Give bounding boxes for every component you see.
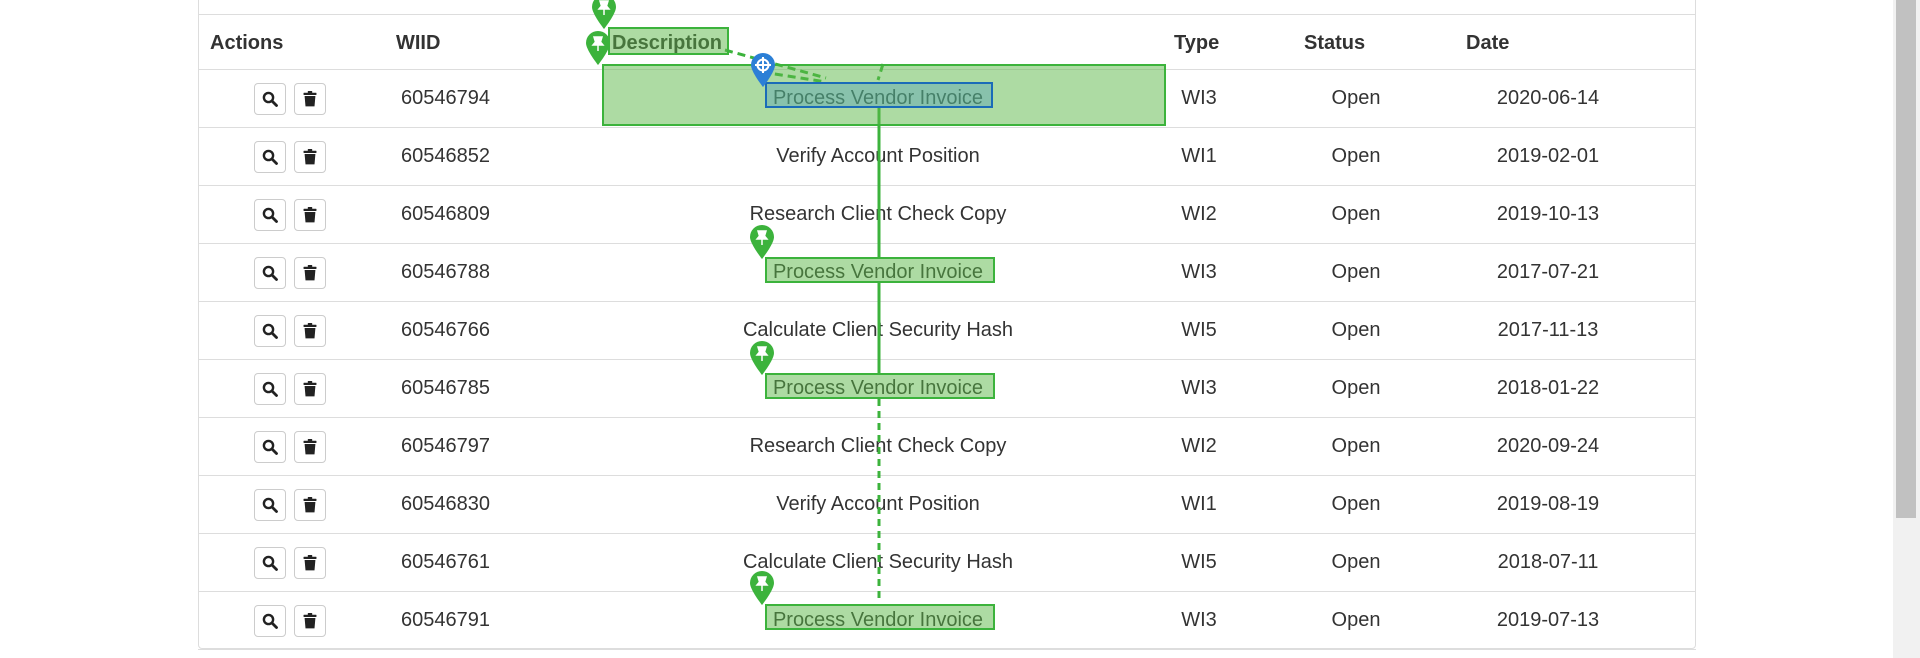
- cell-status: Open: [1331, 319, 1381, 341]
- column-header-actions: Actions: [210, 32, 284, 54]
- cell-date: 2018-07-11: [1497, 551, 1599, 573]
- table-row: 60546761 Calculate Client Security Hash …: [198, 534, 1696, 592]
- cell-status: Open: [1331, 145, 1381, 167]
- cell-wiid: 60546797: [401, 435, 490, 457]
- cell-description: Research Client Check Copy: [749, 203, 1007, 225]
- cell-type: WI1: [1181, 493, 1217, 515]
- cell-wiid: 60546830: [401, 493, 490, 515]
- cell-wiid: 60546809: [401, 203, 490, 225]
- cell-wiid: 60546794: [401, 87, 490, 109]
- cell-status: Open: [1331, 609, 1381, 631]
- cell-status: Open: [1331, 435, 1381, 457]
- cell-date: 2020-09-24: [1496, 435, 1600, 457]
- cell-status: Open: [1331, 87, 1381, 109]
- cell-description: Research Client Check Copy: [749, 435, 1007, 457]
- cell-type: WI3: [1181, 609, 1217, 631]
- selected-description-highlight: [765, 82, 993, 108]
- cell-date: 2019-10-13: [1496, 203, 1600, 225]
- stage: Actions WIID Description Type Status Dat…: [0, 0, 1920, 658]
- cell-status: Open: [1331, 551, 1381, 573]
- cell-wiid: 60546852: [401, 145, 490, 167]
- cell-type: WI5: [1181, 319, 1217, 341]
- cell-wiid: 60546766: [401, 319, 490, 341]
- cell-type: WI2: [1181, 435, 1217, 457]
- header-description-highlight: [608, 27, 729, 55]
- table-row: 60546766 Calculate Client Security Hash …: [198, 302, 1696, 360]
- cell-status: Open: [1331, 377, 1381, 399]
- cell-wiid: 60546785: [401, 377, 490, 399]
- cell-wiid: 60546791: [401, 609, 490, 631]
- pushpin-icon[interactable]: [748, 224, 776, 260]
- cell-status: Open: [1331, 203, 1381, 225]
- cell-description: Verify Account Position: [776, 145, 980, 167]
- cell-date: 2019-02-01: [1496, 145, 1600, 167]
- cell-wiid: 60546788: [401, 261, 490, 283]
- pushpin-icon[interactable]: [748, 570, 776, 606]
- table-row: 60546830 Verify Account Position WI1 Ope…: [198, 476, 1696, 534]
- pushpin-icon[interactable]: [748, 340, 776, 376]
- column-header-type[interactable]: Type: [1174, 15, 1219, 71]
- match-highlight-row-6: [765, 373, 995, 399]
- match-highlight-row-10: [765, 604, 995, 630]
- column-header-wiid[interactable]: WIID: [396, 15, 440, 71]
- table-row: 60546852 Verify Account Position WI1 Ope…: [198, 128, 1696, 186]
- cell-type: WI5: [1181, 551, 1217, 573]
- cell-date: 2019-07-13: [1496, 609, 1600, 631]
- table-row: 60546797 Research Client Check Copy WI2 …: [198, 418, 1696, 476]
- cell-date: 2018-01-22: [1496, 377, 1600, 399]
- pushpin-icon[interactable]: [590, 0, 618, 30]
- cell-status: Open: [1331, 493, 1381, 515]
- cell-description: Calculate Client Security Hash: [742, 551, 1014, 573]
- page-scrollbar-thumb[interactable]: [1896, 0, 1916, 518]
- cell-type: WI1: [1181, 145, 1217, 167]
- column-header-date[interactable]: Date: [1466, 15, 1509, 71]
- cell-type: WI2: [1181, 203, 1217, 225]
- cell-date: 2020-06-14: [1496, 87, 1600, 109]
- cell-date: 2019-08-19: [1496, 493, 1600, 515]
- column-header-status[interactable]: Status: [1304, 15, 1365, 71]
- cell-type: WI3: [1181, 377, 1217, 399]
- cell-type: WI3: [1181, 261, 1217, 283]
- cell-date: 2017-07-21: [1496, 261, 1600, 283]
- crosshair-icon[interactable]: [749, 52, 777, 88]
- table-row: 60546809 Research Client Check Copy WI2 …: [198, 186, 1696, 244]
- cell-date: 2017-11-13: [1497, 319, 1599, 341]
- cell-wiid: 60546761: [401, 551, 490, 573]
- cell-description: Calculate Client Security Hash: [742, 319, 1014, 341]
- table-header: Actions WIID Description Type Status Dat…: [198, 14, 1696, 70]
- pushpin-icon[interactable]: [584, 30, 612, 66]
- match-highlight-row-4: [765, 257, 995, 283]
- cell-status: Open: [1331, 261, 1381, 283]
- cell-type: WI3: [1181, 87, 1217, 109]
- cell-description: Verify Account Position: [776, 493, 980, 515]
